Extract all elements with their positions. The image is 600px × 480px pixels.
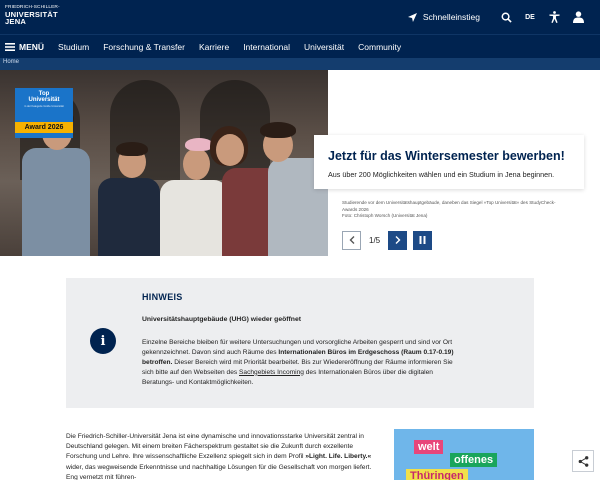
hero-subtitle: Aus über 200 Möglichkeiten wählen und ei… <box>328 170 555 179</box>
language-switch[interactable]: DE <box>520 7 540 27</box>
search-button[interactable] <box>496 7 516 27</box>
hero-callout[interactable]: Jetzt für das Wintersemester bewerben! A… <box>314 135 584 189</box>
caption-line-1: Studierende vor dem Universitätshauptgeb… <box>342 200 556 205</box>
intro-profile-motto: »Light. Life. Liberty.« <box>305 453 372 461</box>
nav-item-studium[interactable]: Studium <box>58 42 89 52</box>
location-arrow-icon <box>407 12 417 22</box>
hero-title: Jetzt für das Wintersemester bewerben! <box>328 149 565 163</box>
user-icon <box>572 11 584 23</box>
slider-next-button[interactable] <box>388 230 408 250</box>
notice-title: HINWEIS <box>142 292 183 302</box>
nav-item-forschung-transfer[interactable]: Forschung & Transfer <box>103 42 185 52</box>
accessibility-button[interactable] <box>544 7 564 27</box>
menu-label: MENÜ <box>19 41 45 52</box>
intro-text: Die Friedrich-Schiller-Universität Jena … <box>66 432 382 480</box>
quick-access-label: Schnelleinstieg <box>422 12 480 22</box>
notice-body: Einzelne Bereiche bleiben für weitere Un… <box>142 338 462 387</box>
chevron-left-icon <box>349 236 354 244</box>
caption-photo-credit: Foto: Christoph Worsch (Universität Jena… <box>342 213 428 219</box>
menu-button[interactable]: MENÜ <box>0 42 44 52</box>
user-button[interactable] <box>568 7 588 27</box>
search-icon <box>501 12 512 23</box>
logo-line-3: JENA <box>5 17 27 27</box>
award-badge: Top Universität in der Kategorie Große U… <box>15 88 73 138</box>
badge-award: Award 2026 <box>15 122 73 133</box>
promo-word-3: Thüringen <box>406 469 468 480</box>
hero-photo: Top Universität in der Kategorie Große U… <box>0 70 328 256</box>
share-icon <box>578 455 588 467</box>
hero-caption: Studierende vor dem Universitätshauptgeb… <box>342 200 592 220</box>
promo-word-2: offenes <box>450 453 498 467</box>
info-icon: i <box>90 328 116 354</box>
intro-text-2: wider, das wegweisende Erkenntnisse und … <box>66 463 372 480</box>
top-bar: FRIEDRICH-SCHILLER- UNIVERSITÄT JENA Sch… <box>0 0 600 34</box>
notice-box: i HINWEIS Universitätshauptgebäude (UHG)… <box>66 278 534 408</box>
nav-item-community[interactable]: Community <box>358 42 401 52</box>
chevron-right-icon <box>395 236 401 244</box>
university-logo[interactable]: FRIEDRICH-SCHILLER- UNIVERSITÄT JENA <box>5 5 60 27</box>
nav-item-international[interactable]: International <box>243 42 290 52</box>
incoming-link[interactable]: Sachgebiets Incoming <box>239 369 304 376</box>
hamburger-icon <box>5 42 15 51</box>
badge-university: Universität <box>28 97 60 104</box>
breadcrumb: Home <box>0 58 600 70</box>
nav-item-universitaet[interactable]: Universität <box>304 42 344 52</box>
slider-pause-button[interactable] <box>413 230 433 250</box>
slider-controls: 1/5 <box>342 230 433 250</box>
pause-icon <box>419 236 426 244</box>
share-button[interactable] <box>572 450 594 472</box>
breadcrumb-home[interactable]: Home <box>3 59 19 65</box>
weltoffenes-thueringen-banner[interactable]: welt offenes Thüringen <box>394 429 534 480</box>
promo-word-1: welt <box>414 440 444 454</box>
accessibility-icon <box>548 11 560 23</box>
slider-prev-button[interactable] <box>342 230 361 250</box>
slide-counter: 1/5 <box>369 235 381 245</box>
notice-subtitle: Universitätshauptgebäude (UHG) wieder ge… <box>142 316 301 323</box>
badge-category: in der Kategorie Große Universität <box>24 104 64 108</box>
hero-slider: Top Universität in der Kategorie Große U… <box>0 70 600 256</box>
header-tools: Schnelleinstieg DE <box>407 0 588 34</box>
main-navigation: MENÜ Studium Forschung & Transfer Karrie… <box>0 34 600 58</box>
caption-line-2: Awards 2026 <box>342 206 369 212</box>
quick-access-link[interactable]: Schnelleinstieg <box>407 12 480 22</box>
nav-item-karriere[interactable]: Karriere <box>199 42 229 52</box>
